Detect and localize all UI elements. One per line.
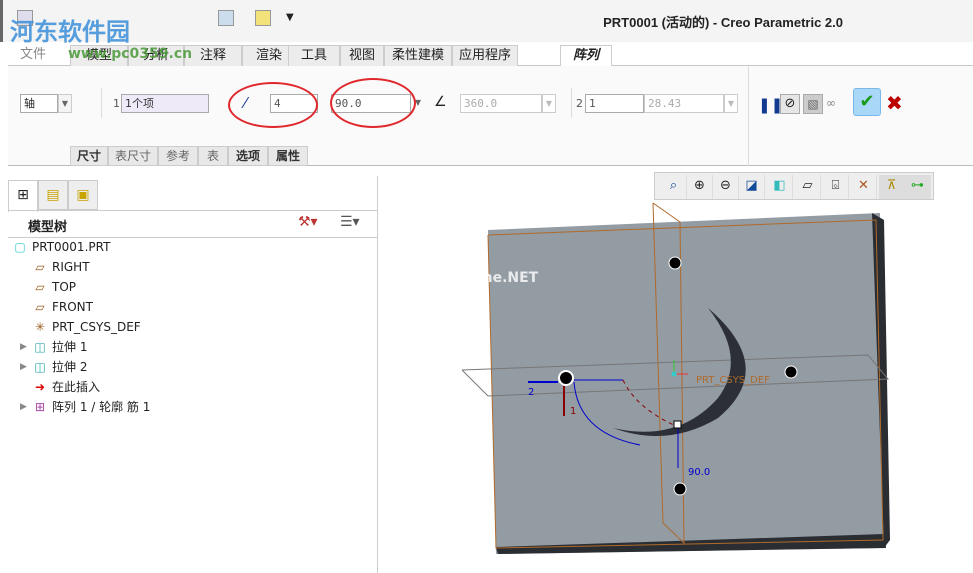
refit-icon[interactable]: ⌕ [661, 175, 687, 199]
open-folder-icon[interactable] [255, 10, 271, 26]
repaint-icon[interactable]: ◪ [739, 175, 765, 199]
display-style-icon[interactable]: ◧ [767, 175, 793, 199]
watermark-net: me.NET [478, 270, 539, 286]
pattern-type-dropdown-icon[interactable]: ▼ [58, 94, 72, 113]
tree-settings-icon[interactable]: ⚒▾ [298, 214, 318, 230]
tree-item-label: PRT0001.PRT [32, 240, 111, 254]
pattern-leader-dot [558, 370, 574, 386]
datum-plane-icon: ▱ [35, 300, 45, 314]
expand-arrow-icon[interactable]: ▶ [20, 337, 27, 357]
drag-handle [673, 420, 682, 429]
no-preview-icon[interactable]: ⊘ [780, 94, 800, 114]
angle-dimension-label[interactable]: 90.0 [688, 467, 710, 478]
folder-browser-tab[interactable]: ▤ [38, 180, 68, 210]
dir2-spacing-input[interactable]: 28.43 [644, 94, 724, 113]
tree-item-label: FRONT [52, 300, 93, 314]
tab-view[interactable]: 视图 [340, 45, 384, 66]
plate-face [488, 213, 886, 554]
highlight-circle-angle [330, 78, 416, 128]
title-bar: ▼ PRT0001 (活动的) - Creo Parametric 2.0 [0, 0, 973, 42]
subtab-references[interactable]: 参考 [158, 146, 198, 166]
tree-item-label: 拉伸 2 [52, 360, 88, 374]
subtab-dimensions[interactable]: 尺寸 [70, 146, 108, 166]
dir2-member-input[interactable]: 1 [585, 94, 644, 113]
window-title: PRT0001 (活动的) - Creo Parametric 2.0 [603, 15, 843, 30]
tree-item-label: 在此插入 [52, 380, 101, 394]
tree-item-label: RIGHT [52, 260, 90, 274]
model-tree-panel: ⊞ ▤ ▣ 模型树 ⚒▾ ☰▾ ▢ PRT0001.PRT ▱ RIGHT ▱ TOP ▱ F… [8, 176, 378, 573]
model-tree-tab[interactable]: ⊞ [8, 180, 38, 212]
tree-item-label: 拉伸 1 [52, 340, 88, 354]
pattern-member-dot [673, 482, 687, 496]
extrude-icon: ◫ [34, 360, 46, 374]
favorites-tab[interactable]: ▣ [68, 180, 98, 210]
tab-file[interactable]: 文件 [10, 45, 56, 66]
panel-header: 模型树 [28, 220, 68, 235]
window-icon[interactable] [218, 10, 234, 26]
pattern-member-dot [668, 256, 682, 270]
highlight-circle-members [228, 82, 318, 128]
graphics-viewport[interactable]: 2 1 90.0 PRT_CSYS_DEF me.NET [378, 168, 973, 573]
tab-applications[interactable]: 应用程序 [452, 45, 518, 66]
part-icon: ▢ [14, 240, 26, 254]
tree-show-icon[interactable]: ☰▾ [340, 214, 360, 230]
dir1-label: 1 [570, 406, 576, 417]
view-manager-icon[interactable]: ⌺ [823, 175, 849, 199]
saved-views-icon[interactable]: ▱ [795, 175, 821, 199]
annotation-display-icon[interactable]: ⊼ [879, 175, 905, 199]
expand-arrow-icon[interactable]: ▶ [20, 397, 27, 417]
insert-here-arrow-icon: ➜ [34, 380, 46, 394]
axis-reference-collector[interactable]: 1个项 [121, 94, 209, 113]
datum-plane-icon: ▱ [35, 260, 45, 274]
cancel-x-icon[interactable]: ✖ [886, 91, 903, 115]
pattern-member-dot [784, 365, 798, 379]
tab-annotate[interactable]: 注释 [184, 45, 242, 66]
subtab-tables[interactable]: 表 [198, 146, 228, 166]
tree-item-label: 阵列 1 / 轮廓 筋 1 [52, 400, 151, 414]
datum-display-icon[interactable]: ✕ [851, 175, 877, 199]
subtab-table-dimensions[interactable]: 表尺寸 [108, 146, 158, 166]
preview-geometry-icon[interactable]: ▧ [803, 94, 823, 114]
dir2-label: 2 [528, 387, 534, 398]
tree-item-label: TOP [52, 280, 77, 294]
glasses-icon[interactable]: ∞ [826, 96, 836, 110]
tree-item-label: PRT_CSYS_DEF [52, 320, 141, 334]
dir2-spacing-dropdown-icon[interactable]: ▼ [724, 94, 738, 113]
zoom-in-icon[interactable]: ⊕ [687, 175, 713, 199]
csys-label: PRT_CSYS_DEF [696, 375, 770, 386]
pattern-icon: ⊞ [34, 400, 46, 414]
angular-extent-dropdown-icon[interactable]: ▼ [542, 94, 556, 113]
dir2-index: 2 [576, 97, 583, 110]
datum-plane-icon: ▱ [35, 280, 45, 294]
customize-dropdown-icon[interactable]: ▼ [286, 12, 294, 23]
watermark-url: www.pc0359.cn [68, 46, 193, 62]
extrude-icon: ◫ [34, 340, 46, 354]
tab-pattern[interactable]: 阵列 [560, 45, 612, 68]
expand-arrow-icon[interactable]: ▶ [20, 357, 27, 377]
view-toolbar: ⌕ ⊕ ⊖ ◪ ◧ ▱ ⌺ ✕ ⊼ ⊶ [654, 172, 934, 200]
pattern-type-select[interactable]: 轴 [20, 94, 58, 113]
confirm-check-icon[interactable]: ✔ [853, 88, 881, 116]
tab-flexible-modeling[interactable]: 柔性建模 [384, 45, 452, 66]
dir1-index: 1 [113, 97, 120, 110]
angular-extent-icon: ∠ [434, 94, 447, 110]
subtab-options[interactable]: 选项 [228, 146, 268, 166]
csys-icon: ✳ [34, 320, 46, 334]
spin-center-icon[interactable]: ⊶ [905, 175, 931, 199]
zoom-out-icon[interactable]: ⊖ [713, 175, 739, 199]
angular-extent-input[interactable]: 360.0 [460, 94, 542, 113]
pattern-ribbon: 轴 ▼ 1 1个项 ⁄ 4 90.0 ▼ ∠ 360.0 ▼ 2 1 28.43… [8, 66, 973, 166]
subtab-properties[interactable]: 属性 [268, 146, 308, 166]
tab-tools[interactable]: 工具 [288, 45, 340, 66]
